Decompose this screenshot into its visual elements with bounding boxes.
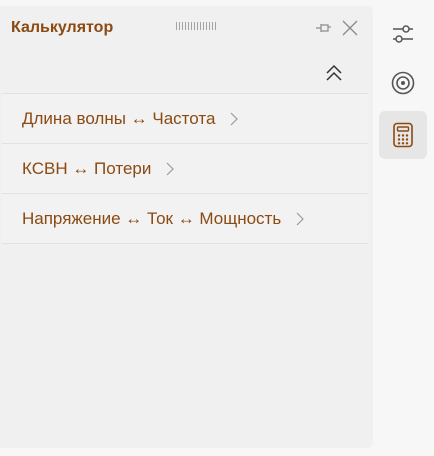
pin-icon: [316, 24, 331, 32]
target-icon: [391, 71, 415, 95]
close-icon: [342, 20, 358, 36]
pin-button[interactable]: [314, 20, 332, 36]
list-item-label: КСВН ↔ Потери: [22, 158, 152, 178]
sidebar-item-settings[interactable]: [379, 10, 427, 58]
sliders-icon: [393, 25, 413, 43]
list-item-voltage-current-power[interactable]: Напряжение ↔ Ток ↔ Мощность: [2, 194, 368, 244]
list-item-vswr-loss[interactable]: КСВН ↔ Потери: [2, 144, 368, 194]
double-chevron-up-icon: [326, 64, 342, 81]
calculator-icon: [393, 122, 413, 148]
chevron-right-icon: [229, 111, 239, 127]
chevron-right-icon: [165, 161, 175, 177]
calculator-panel: Калькулятор Длина волны ↔ Частота КСВН ↔…: [0, 6, 373, 448]
list-item-wavelength-frequency[interactable]: Длина волны ↔ Частота: [2, 94, 368, 144]
collapse-button[interactable]: [322, 61, 346, 85]
drag-grip[interactable]: [176, 22, 216, 30]
calculator-list: Длина волны ↔ Частота КСВН ↔ Потери Напр…: [2, 93, 368, 244]
close-button[interactable]: [340, 18, 360, 38]
list-item-label: Напряжение ↔ Ток ↔ Мощность: [22, 208, 282, 228]
list-item-label: Длина волны ↔ Частота: [22, 108, 216, 128]
sidebar-item-target[interactable]: [379, 59, 427, 107]
sidebar-item-calculator[interactable]: [379, 111, 427, 159]
panel-title: Калькулятор: [11, 19, 114, 36]
chevron-right-icon: [295, 211, 305, 227]
